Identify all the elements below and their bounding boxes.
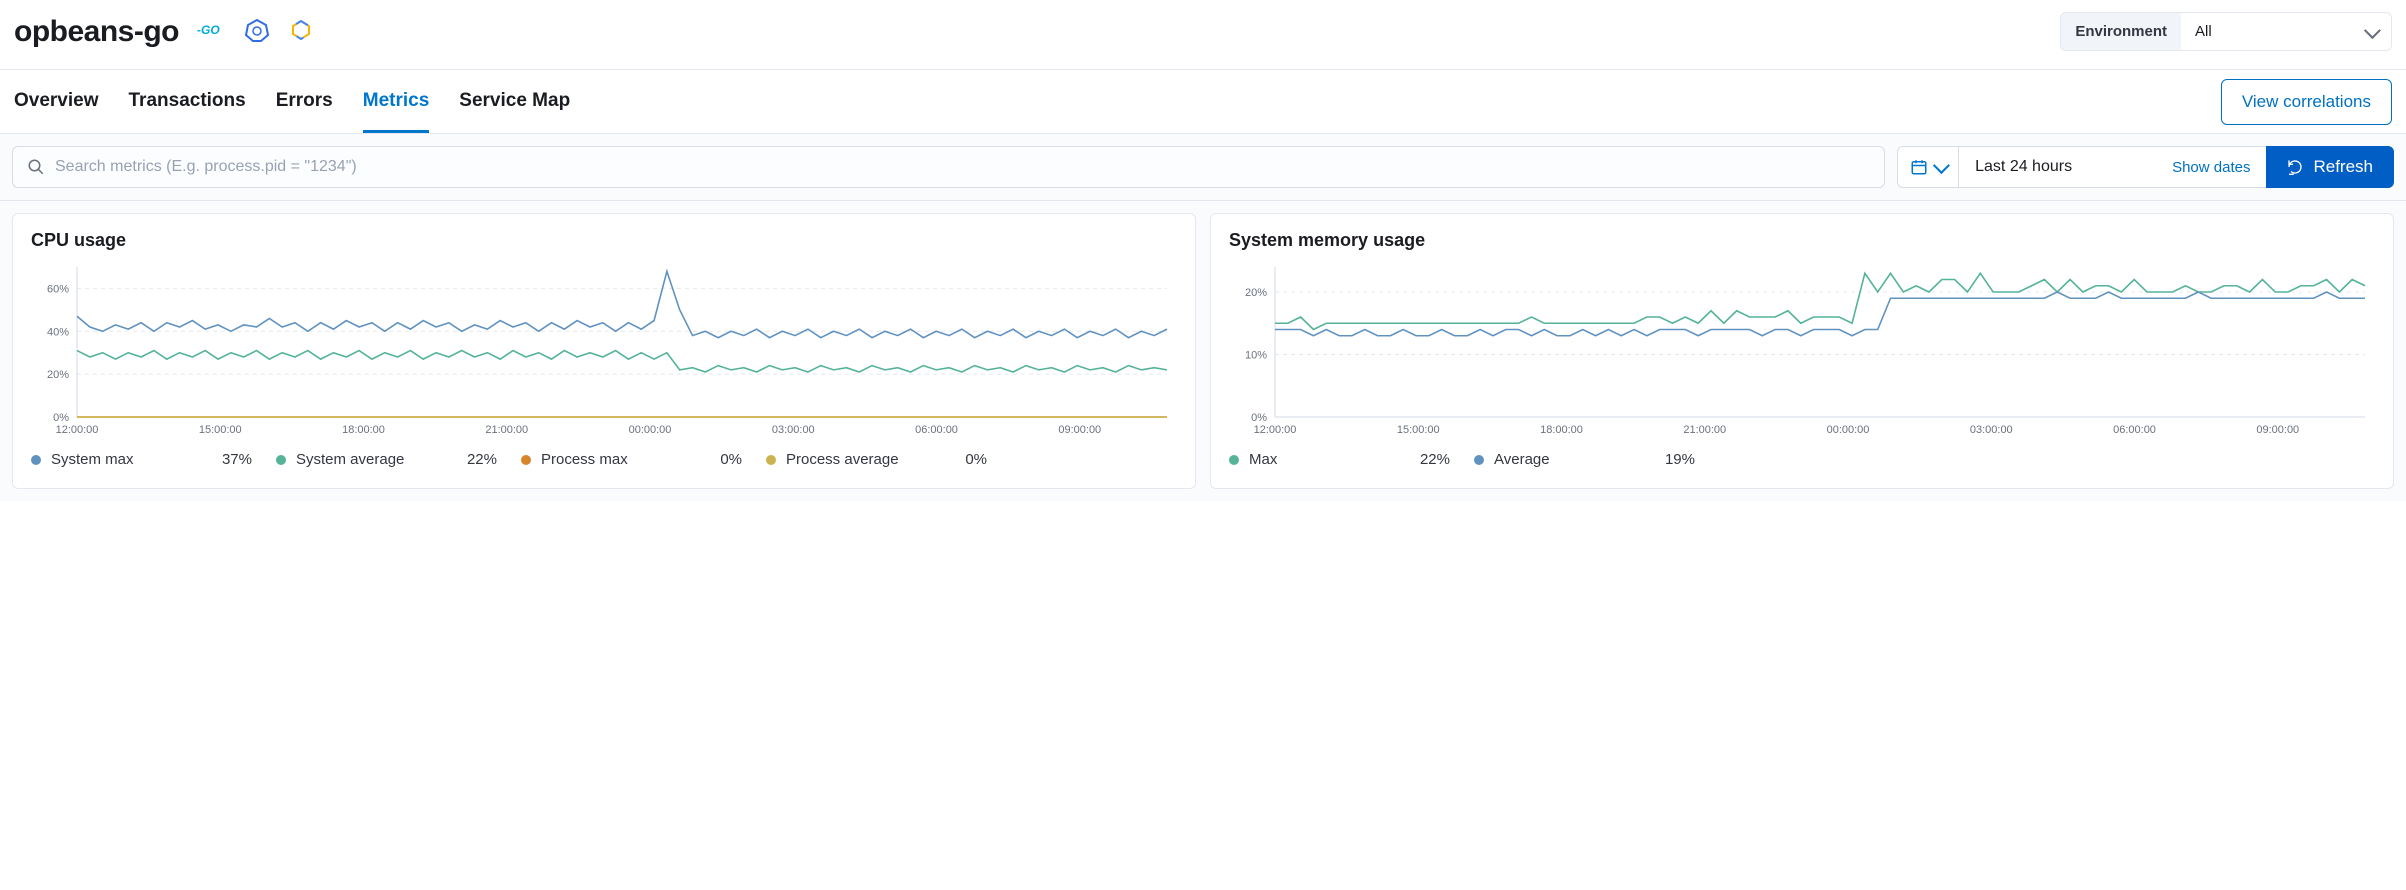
legend-dot-icon	[521, 455, 531, 465]
svg-text:15:00:00: 15:00:00	[199, 424, 242, 436]
legend-value: 22%	[1420, 451, 1450, 468]
legend-item[interactable]: Process average 0%	[766, 451, 1011, 468]
svg-text:00:00:00: 00:00:00	[1827, 424, 1870, 436]
legend-item[interactable]: Process max 0%	[521, 451, 766, 468]
time-range-display[interactable]: Last 24 hours Show dates	[1958, 146, 2266, 188]
kubernetes-icon	[245, 18, 269, 45]
page-header: opbeans-go -GO Environment All	[0, 0, 2406, 70]
filter-bar: Last 24 hours Show dates Refresh	[0, 134, 2406, 201]
legend-label: Process max	[541, 451, 628, 468]
svg-text:00:00:00: 00:00:00	[629, 424, 672, 436]
go-lang-icon: -GO	[197, 22, 225, 41]
svg-text:03:00:00: 03:00:00	[1970, 424, 2013, 436]
legend-dot-icon	[1229, 455, 1239, 465]
tab-service-map[interactable]: Service Map	[459, 70, 570, 133]
svg-text:0%: 0%	[53, 412, 69, 424]
legend-item[interactable]: Max 22%	[1229, 451, 1474, 468]
page-title: opbeans-go	[14, 15, 179, 49]
svg-text:03:00:00: 03:00:00	[772, 424, 815, 436]
legend-item[interactable]: System average 22%	[276, 451, 521, 468]
tabs-bar: Overview Transactions Errors Metrics Service…	[0, 70, 2406, 134]
refresh-button[interactable]: Refresh	[2266, 146, 2394, 188]
svg-text:18:00:00: 18:00:00	[342, 424, 385, 436]
tab-transactions[interactable]: Transactions	[129, 70, 246, 133]
svg-text:10%: 10%	[1245, 350, 1267, 362]
legend-item[interactable]: Average 19%	[1474, 451, 1719, 468]
time-range-label: Last 24 hours	[1975, 158, 2072, 176]
svg-text:09:00:00: 09:00:00	[1058, 424, 1101, 436]
legend-value: 37%	[222, 451, 252, 468]
svg-text:60%: 60%	[47, 283, 69, 295]
svg-text:06:00:00: 06:00:00	[2113, 424, 2156, 436]
search-input-wrapper[interactable]	[12, 146, 1885, 188]
svg-text:12:00:00: 12:00:00	[56, 424, 99, 436]
environment-selector[interactable]: Environment All	[2060, 12, 2392, 51]
chevron-down-icon	[1933, 157, 1950, 174]
legend-label: System max	[51, 451, 134, 468]
legend-dot-icon	[766, 455, 776, 465]
legend-value: 0%	[720, 451, 742, 468]
time-picker-button[interactable]	[1897, 146, 1958, 188]
legend-label: System average	[296, 451, 404, 468]
tab-errors[interactable]: Errors	[276, 70, 333, 133]
tab-metrics[interactable]: Metrics	[363, 70, 430, 133]
svg-text:12:00:00: 12:00:00	[1254, 424, 1297, 436]
svg-text:21:00:00: 21:00:00	[485, 424, 528, 436]
legend-label: Max	[1249, 451, 1277, 468]
cloud-icon	[289, 18, 313, 45]
cpu-usage-chart: 0% 20% 40% 60% 12:00:00 15:00:00 18:00:00 21:00…	[31, 261, 1177, 441]
svg-text:06:00:00: 06:00:00	[915, 424, 958, 436]
svg-text:-GO: -GO	[197, 23, 220, 37]
tab-overview[interactable]: Overview	[14, 70, 99, 133]
panels-row: CPU usage 0% 20% 40% 60% 12:00:00 15:00:00 18:…	[0, 201, 2406, 501]
environment-value: All	[2195, 23, 2212, 40]
refresh-icon	[2287, 159, 2303, 175]
legend-value: 0%	[965, 451, 987, 468]
legend-label: Process average	[786, 451, 899, 468]
svg-text:20%: 20%	[47, 369, 69, 381]
chevron-down-icon	[2364, 22, 2381, 39]
svg-text:18:00:00: 18:00:00	[1540, 424, 1583, 436]
svg-text:20%: 20%	[1245, 287, 1267, 299]
legend-value: 19%	[1665, 451, 1695, 468]
legend-value: 22%	[467, 451, 497, 468]
panel-title: CPU usage	[31, 230, 1177, 251]
legend-item[interactable]: System max 37%	[31, 451, 276, 468]
svg-text:15:00:00: 15:00:00	[1397, 424, 1440, 436]
legend-label: Average	[1494, 451, 1550, 468]
legend-dot-icon	[31, 455, 41, 465]
legend-dot-icon	[276, 455, 286, 465]
calendar-icon	[1910, 158, 1928, 176]
show-dates-link[interactable]: Show dates	[2172, 159, 2250, 176]
memory-usage-chart: 0% 10% 20% 12:00:00 15:00:00 18:00:00 21:00:00…	[1229, 261, 2375, 441]
svg-text:0%: 0%	[1251, 412, 1267, 424]
search-icon	[27, 158, 45, 176]
view-correlations-button[interactable]: View correlations	[2221, 79, 2392, 125]
search-input[interactable]	[55, 158, 1870, 176]
cpu-usage-panel: CPU usage 0% 20% 40% 60% 12:00:00 15:00:00 18:…	[12, 213, 1196, 489]
svg-text:09:00:00: 09:00:00	[2256, 424, 2299, 436]
memory-usage-panel: System memory usage 0% 10% 20% 12:00:00 15:0…	[1210, 213, 2394, 489]
panel-title: System memory usage	[1229, 230, 2375, 251]
environment-label: Environment	[2061, 13, 2181, 50]
svg-text:21:00:00: 21:00:00	[1683, 424, 1726, 436]
svg-text:40%: 40%	[47, 326, 69, 338]
legend-dot-icon	[1474, 455, 1484, 465]
